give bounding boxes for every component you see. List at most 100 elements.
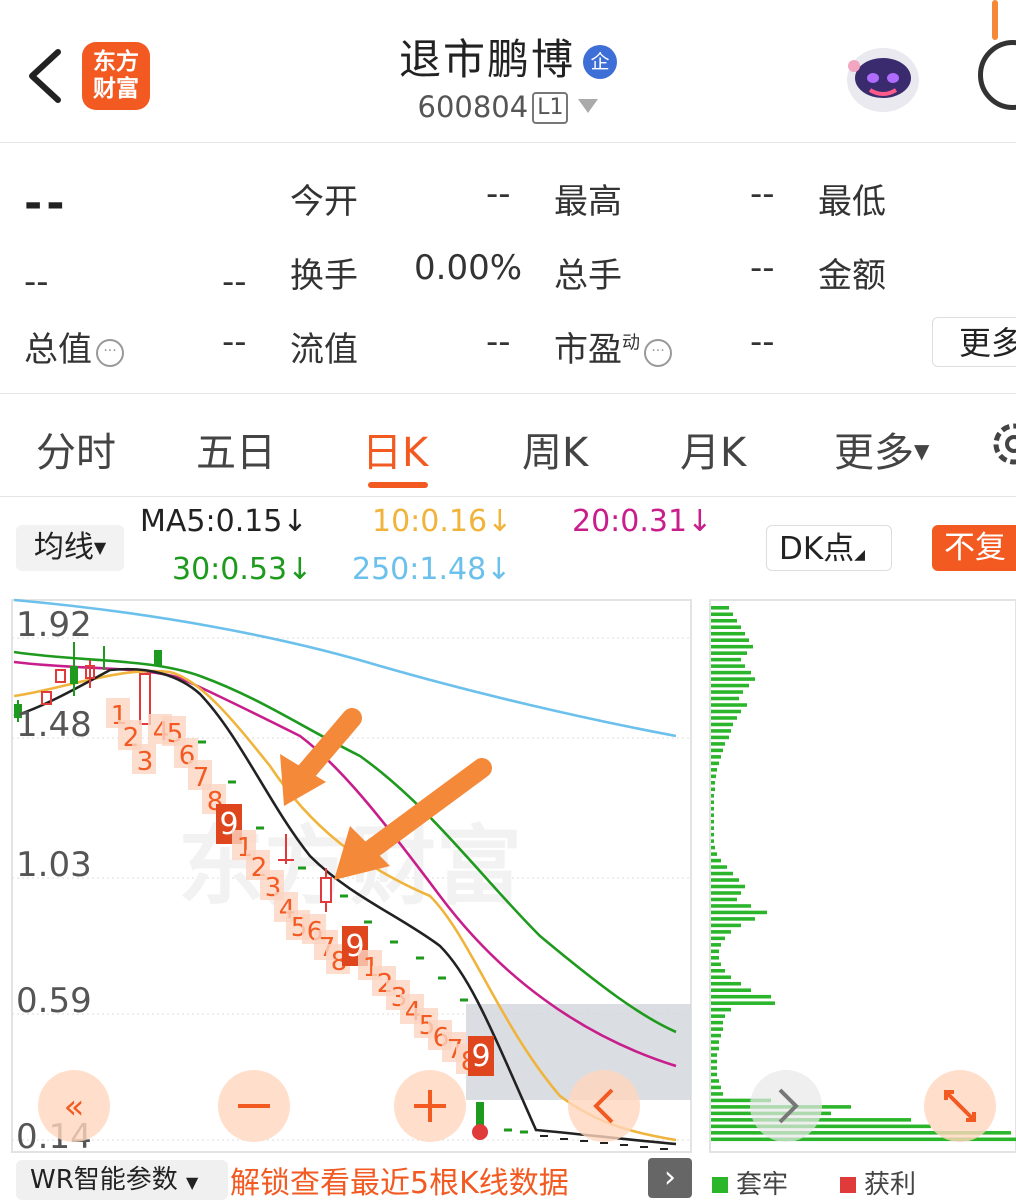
kline-chart[interactable]: 东方财富 — [0, 596, 1016, 1156]
chip-bar — [711, 910, 767, 915]
price-label: 0.59 — [16, 981, 92, 1021]
ma-select-button[interactable]: 均线▼ — [16, 525, 124, 571]
open-value: -- — [486, 174, 511, 214]
robot-assistant-icon[interactable] — [840, 38, 926, 118]
tab-five-day[interactable]: 五日 — [196, 420, 276, 478]
ma10-value: 10:0.16↓ — [372, 504, 512, 539]
stock-name: 退市鹏博 — [398, 35, 575, 84]
chip-bar — [711, 943, 721, 947]
td-count-label: 3 — [137, 747, 154, 777]
chip-bar — [711, 1079, 719, 1083]
ma5-value: MA5:0.15↓ — [140, 504, 308, 539]
chip-bar — [711, 845, 715, 850]
chip-bar — [711, 968, 725, 973]
price-change: -- — [24, 262, 49, 302]
pe-ratio[interactable]: 市盈动 ··· — [554, 322, 672, 371]
chip-bar — [711, 1066, 717, 1070]
price-change-pct: -- — [222, 262, 247, 302]
chip-bar — [711, 618, 737, 623]
tab-daily-k[interactable]: 日K — [362, 420, 428, 478]
turnover-value: 0.00% — [414, 248, 523, 288]
high-label: 最高 — [554, 182, 622, 222]
legend-trapped: 套牢 — [712, 1164, 788, 1201]
td-count-nine: 9 — [468, 1036, 494, 1076]
td-count: 3 — [132, 744, 156, 777]
chip-bar — [711, 956, 719, 960]
ma-button-label: 均线 — [33, 530, 94, 565]
chip-bar — [711, 793, 714, 798]
chip-bar — [711, 722, 733, 727]
more-quote-button[interactable]: 更多 — [932, 317, 1016, 367]
dk-point-button[interactable]: DK点◢ — [766, 525, 892, 571]
down-arrow-icon: ↓ — [486, 552, 512, 587]
chip-bar — [711, 884, 745, 889]
chip-bar — [711, 768, 717, 772]
chip-bar — [711, 774, 716, 779]
high-value: -- — [750, 174, 775, 214]
chevron-right-icon[interactable]: › — [648, 1158, 692, 1198]
chip-bar — [711, 832, 714, 837]
chip-frame — [709, 599, 1016, 1153]
chip-bar — [711, 813, 714, 817]
chip-bar — [711, 709, 741, 714]
chip-bar — [711, 748, 723, 753]
chip-bar — [711, 975, 731, 980]
unlock-link[interactable]: 解锁查看最近5根K线数据 — [230, 1158, 569, 1202]
volume-value: -- — [750, 248, 775, 288]
gear-icon[interactable] — [990, 418, 1016, 470]
chip-bar — [711, 917, 755, 921]
down-arrow-icon: ↓ — [282, 504, 308, 539]
double-left-icon[interactable]: « — [38, 1070, 110, 1142]
market-cap[interactable]: 总值 ··· — [24, 322, 124, 371]
dk-button-label: DK点 — [779, 531, 855, 567]
zoom-in-icon[interactable] — [394, 1070, 466, 1142]
chip-bar — [711, 664, 745, 668]
chip-bar — [711, 878, 739, 882]
expand-icon[interactable] — [924, 1070, 996, 1142]
chip-bar — [711, 612, 733, 617]
chip-bar — [711, 852, 717, 856]
left-icon[interactable] — [568, 1070, 640, 1142]
chip-bar — [711, 1014, 725, 1018]
chip-bar — [711, 1046, 719, 1051]
market-cap-value: -- — [222, 322, 247, 362]
open-label: 今开 — [290, 182, 358, 222]
chip-bar — [711, 904, 751, 908]
chip-bar — [711, 923, 741, 928]
chip-bar — [711, 826, 714, 830]
chip-bar — [711, 606, 729, 610]
chip-bar — [711, 994, 771, 999]
ma250-value: 250:1.48↓ — [352, 552, 511, 587]
zoom-out-icon[interactable] — [218, 1070, 290, 1142]
enterprise-badge: 企 — [583, 45, 617, 79]
tab-more[interactable]: 更多▼ — [834, 420, 929, 478]
corner-triangle-icon: ◢ — [854, 547, 865, 563]
tab-intraday[interactable]: 分时 — [36, 420, 116, 478]
ma10-text: 10:0.16 — [372, 504, 488, 539]
chip-bar — [711, 930, 731, 934]
chip-bar — [711, 949, 719, 954]
right-icon[interactable] — [750, 1070, 822, 1142]
tab-monthly-k[interactable]: 月K — [680, 420, 746, 478]
chip-bar — [711, 696, 739, 701]
more-info-icon[interactable]: ··· — [96, 339, 124, 367]
chip-bar — [711, 735, 729, 740]
ma20-text: 20:0.31 — [572, 504, 688, 539]
float-cap-value: -- — [486, 322, 511, 362]
price-label: 1.48 — [16, 705, 92, 745]
chip-bar — [711, 936, 725, 941]
wr-params-button[interactable]: WR智能参数 ▼ — [16, 1160, 228, 1200]
amount-label: 金额 — [818, 256, 886, 296]
chip-bar — [711, 800, 714, 805]
more-info-icon[interactable]: ··· — [644, 339, 672, 367]
chip-bar — [711, 891, 741, 895]
adjust-mode-button[interactable]: 不复 — [932, 525, 1016, 571]
chip-bar — [711, 1092, 723, 1096]
chip-bar — [711, 988, 751, 992]
dropdown-triangle-icon[interactable] — [578, 99, 599, 113]
current-price: -- — [24, 178, 69, 229]
chip-bar — [711, 1053, 717, 1057]
svg-text:«: « — [64, 1087, 85, 1127]
tab-weekly-k[interactable]: 周K — [522, 420, 588, 478]
chip-bar — [711, 839, 714, 843]
